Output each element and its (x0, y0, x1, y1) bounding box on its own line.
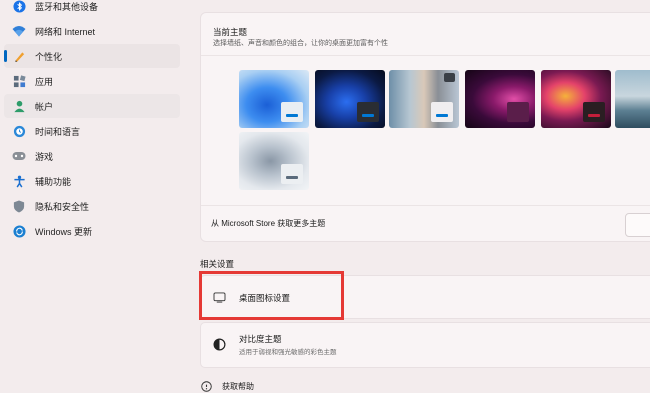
sidebar-item-personalization[interactable]: 个性化 (4, 44, 180, 68)
sidebar-item-label: 个性化 (35, 51, 63, 62)
browse-themes-button[interactable] (625, 213, 650, 237)
sidebar-item-accessibility[interactable]: 辅助功能 (4, 169, 180, 193)
sidebar-item-label: 游戏 (35, 151, 54, 162)
current-theme-header: 当前主题 选择墙纸、声音和颜色的组合，让你的桌面更加富有个性 (201, 13, 650, 56)
get-help-label: 获取帮助 (222, 381, 254, 391)
accent-swatch (362, 114, 374, 117)
get-help-link[interactable]: 获取帮助 (200, 380, 254, 392)
help-icon (200, 380, 212, 392)
theme-thumb-glow[interactable] (465, 70, 535, 128)
current-theme-title: 当前主题 (213, 27, 248, 37)
sidebar-item-label: 蓝牙和其他设备 (35, 1, 99, 12)
theme-preview-window (281, 102, 303, 122)
sidebar-item-privacy[interactable]: 隐私和安全性 (4, 194, 180, 218)
camera-icon (444, 73, 455, 82)
accent-swatch (286, 114, 298, 117)
accent-swatch (588, 114, 600, 117)
theme-thumb-windows-light[interactable] (239, 70, 309, 128)
get-more-themes-text: 从 Microsoft Store 获取更多主题 (211, 219, 326, 228)
gamepad-icon (12, 149, 26, 163)
current-theme-subtitle: 选择墙纸、声音和颜色的组合，让你的桌面更加富有个性 (213, 40, 388, 47)
current-theme-card: 当前主题 选择墙纸、声音和颜色的组合，让你的桌面更加富有个性 从 Microso… (200, 12, 650, 242)
theme-thumb-sunrise[interactable] (239, 132, 309, 190)
wifi-icon (12, 24, 26, 38)
active-indicator (4, 50, 7, 62)
theme-preview-window (507, 102, 529, 122)
related-settings-heading: 相关设置 (200, 259, 235, 269)
pencil-icon (12, 49, 26, 63)
accessibility-icon (12, 174, 26, 188)
sidebar-item-label: 应用 (35, 76, 54, 87)
get-more-themes-row: 从 Microsoft Store 获取更多主题 (201, 205, 650, 242)
annotation-highlight-box (199, 271, 344, 320)
sidebar-item-windows-update[interactable]: Windows 更新 (4, 219, 180, 243)
theme-thumb-flow[interactable] (615, 70, 650, 128)
theme-preview-window (431, 102, 453, 122)
accent-swatch (436, 114, 448, 117)
sidebar-item-label: 辅助功能 (35, 176, 72, 187)
sidebar-item-gaming[interactable]: 游戏 (4, 144, 180, 168)
person-icon (12, 99, 26, 113)
theme-preview-window (583, 102, 605, 122)
bluetooth-icon (12, 0, 26, 13)
sidebar-item-label: 时间和语言 (35, 126, 81, 137)
theme-preview-window (281, 164, 303, 184)
update-icon (12, 224, 26, 238)
sidebar-item-network[interactable]: 网络和 Internet (4, 19, 180, 43)
sidebar-item-bluetooth[interactable]: 蓝牙和其他设备 (4, 0, 180, 18)
sidebar-item-time-language[interactable]: 时间和语言 (4, 119, 180, 143)
theme-thumb-captured-motion[interactable] (541, 70, 611, 128)
sidebar-item-label: Windows 更新 (35, 226, 93, 237)
sidebar-item-label: 隐私和安全性 (35, 201, 90, 212)
shield-icon (12, 199, 26, 213)
sidebar-item-accounts[interactable]: 帐户 (4, 94, 180, 118)
contrast-icon (212, 337, 226, 351)
contrast-themes-subtitle: 适用于弱视和强光敏感的彩色主题 (239, 349, 337, 356)
contrast-themes-title: 对比度主题 (239, 334, 282, 344)
sidebar-item-apps[interactable]: 应用 (4, 69, 180, 93)
theme-thumb-windows-dark[interactable] (315, 70, 385, 128)
globe-clock-icon (12, 124, 26, 138)
sidebar-nav: 蓝牙和其他设备 网络和 Internet 个性化 应用 帐户 时间和语言 游戏 … (0, 0, 185, 393)
sidebar-item-label: 网络和 Internet (35, 26, 96, 37)
theme-preview-window (357, 102, 379, 122)
theme-thumb-spotlight[interactable] (389, 70, 459, 128)
sidebar-item-label: 帐户 (35, 101, 54, 112)
contrast-themes-row[interactable]: 对比度主题 适用于弱视和强光敏感的彩色主题 (200, 322, 650, 368)
apps-icon (12, 74, 26, 88)
accent-swatch (286, 176, 298, 179)
